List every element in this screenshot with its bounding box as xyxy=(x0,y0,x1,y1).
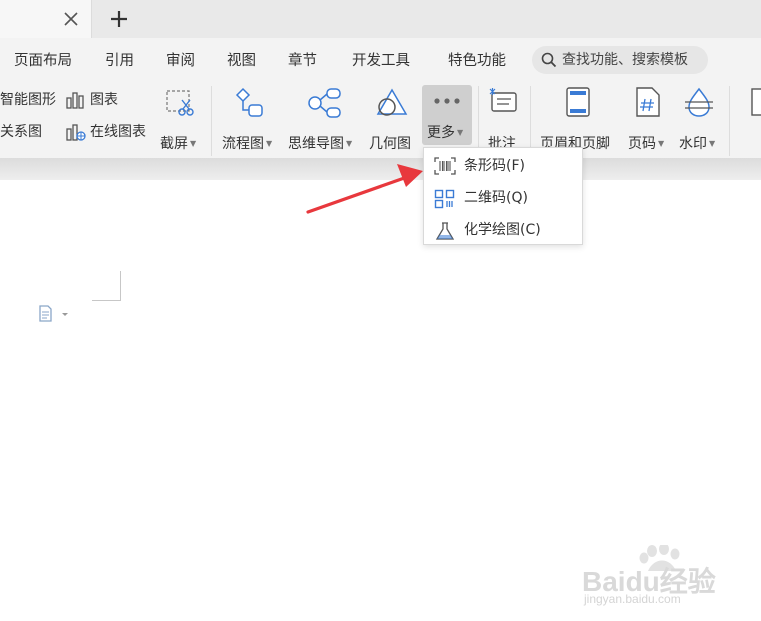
geometry-label: 几何图 xyxy=(369,136,411,152)
more-dots-icon xyxy=(434,98,460,104)
menu-item-qrcode[interactable]: 二维码(Q) xyxy=(424,182,582,214)
qrcode-label: 二维码(Q) xyxy=(464,190,528,206)
more-label: 更多 ▼ xyxy=(427,125,464,141)
flowchart-icon xyxy=(235,87,263,117)
menu-item-chemical-drawing[interactable]: 化学绘图(C) xyxy=(424,214,582,246)
online-chart-icon xyxy=(66,124,86,141)
separator xyxy=(478,86,479,156)
annotation-arrow-icon xyxy=(306,164,423,214)
comment-icon xyxy=(489,88,517,112)
online-chart-button[interactable]: 在线图表 xyxy=(66,121,156,143)
separator xyxy=(530,86,531,156)
mindmap-button[interactable]: 思维导图 ▼ xyxy=(288,48,360,152)
watermark-button[interactable]: 水印 ▼ xyxy=(679,48,723,152)
mindmap-icon xyxy=(308,88,341,118)
separator xyxy=(211,86,212,156)
text-box-icon xyxy=(751,88,761,116)
separator xyxy=(729,86,730,156)
chart-button[interactable]: 图表 xyxy=(66,89,126,111)
page-number-button[interactable]: 页码 ▼ xyxy=(628,48,670,152)
chemical-drawing-label: 化学绘图(C) xyxy=(464,222,541,238)
page-margin-corner xyxy=(92,300,121,301)
chart-icon xyxy=(66,92,84,109)
flask-icon xyxy=(435,222,455,240)
geometry-button[interactable]: 几何图 xyxy=(369,48,417,152)
flowchart-button[interactable]: 流程图 ▼ xyxy=(222,48,278,152)
page-number-label: 页码 ▼ xyxy=(628,136,665,152)
screenshot-icon xyxy=(166,90,194,116)
flowchart-label: 流程图 ▼ xyxy=(222,136,273,152)
menu-page-layout[interactable]: 页面布局 xyxy=(14,50,72,72)
screenshot-label: 截屏 ▼ xyxy=(160,136,197,152)
watermark-label: 水印 ▼ xyxy=(679,136,716,152)
header-footer-button[interactable]: 页眉和页脚 xyxy=(540,48,618,152)
close-icon[interactable] xyxy=(61,9,81,29)
paragraph-options-icon[interactable] xyxy=(38,304,70,324)
smart-graphic-label: 智能图形 xyxy=(0,92,56,108)
page-number-icon xyxy=(636,87,660,117)
smart-graphic-button[interactable]: 智能图形 xyxy=(0,89,62,111)
more-button[interactable]: 更多 ▼ xyxy=(422,85,472,145)
watermark-icon xyxy=(685,87,713,117)
watermark-url: jingyan.baidu.com xyxy=(584,592,681,606)
geometry-icon xyxy=(376,88,408,116)
relation-graph-button[interactable]: 关系图 xyxy=(0,121,46,143)
page-margin-corner xyxy=(120,271,121,301)
barcode-label: 条形码(F) xyxy=(464,158,525,174)
more-dropdown-menu: 条形码(F) 二维码(Q) 化学绘图(C) xyxy=(423,147,583,245)
tab-strip xyxy=(0,0,761,38)
header-footer-icon xyxy=(566,87,590,117)
new-tab-plus-icon[interactable] xyxy=(108,8,130,30)
screenshot-button[interactable]: 截屏 ▼ xyxy=(160,48,204,152)
mindmap-label: 思维导图 ▼ xyxy=(288,136,353,152)
barcode-icon xyxy=(434,157,456,175)
chart-label: 图表 xyxy=(90,92,118,108)
menu-item-barcode[interactable]: 条形码(F) xyxy=(424,150,582,182)
comment-button[interactable]: 批注 xyxy=(486,48,522,152)
menu-references[interactable]: 引用 xyxy=(105,50,134,72)
document-tab[interactable] xyxy=(0,0,92,38)
online-chart-label: 在线图表 xyxy=(90,124,146,140)
text-box-button[interactable]: 文本 xyxy=(738,48,761,132)
qrcode-icon xyxy=(434,189,455,209)
relation-graph-label: 关系图 xyxy=(0,124,42,140)
